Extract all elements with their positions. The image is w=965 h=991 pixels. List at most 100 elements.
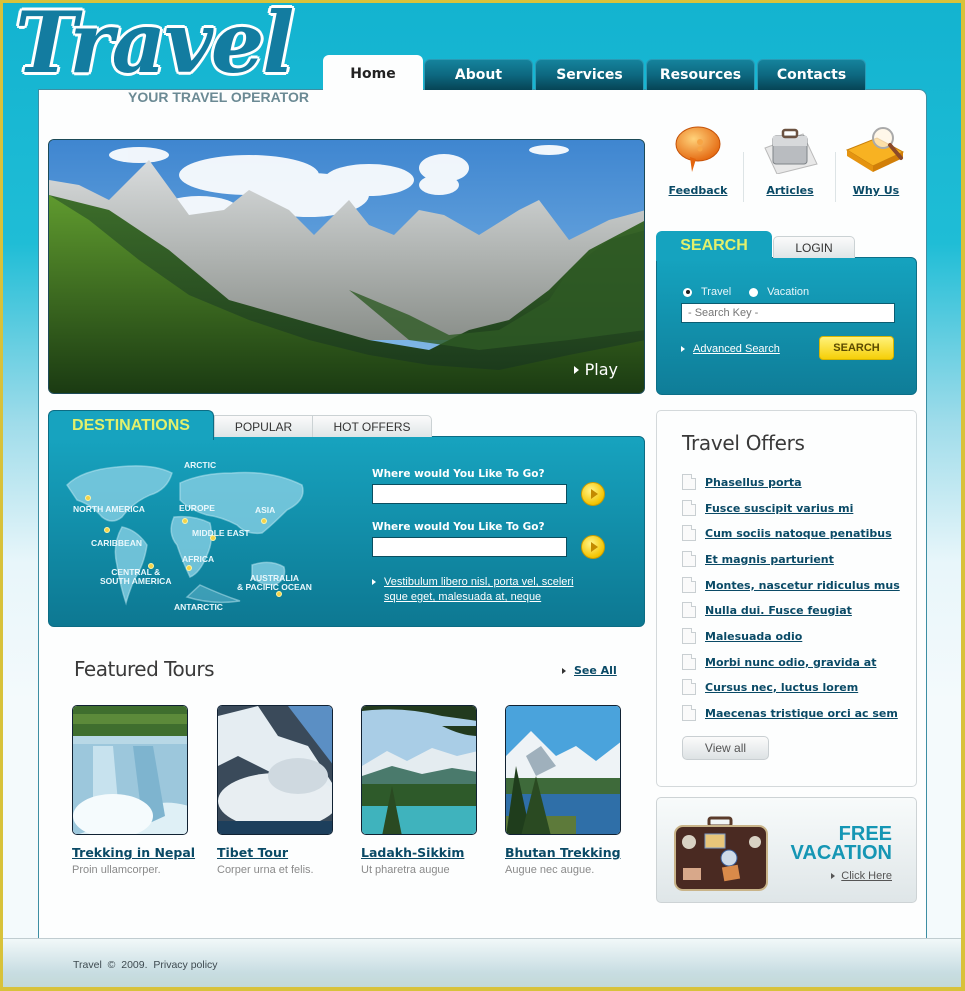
travel-offers-panel: Travel Offers Phasellus porta Fusce susc… (656, 410, 917, 787)
map-region-asia[interactable]: ASIA (255, 505, 275, 515)
tab-login[interactable]: LOGIN (773, 236, 855, 258)
site-logo[interactable]: Travel (15, 3, 294, 85)
tour-thumbnail-tibet[interactable] (217, 705, 333, 835)
advanced-search-link[interactable]: Advanced Search (681, 343, 780, 355)
destination-field-label: Where would You Like To Go? (372, 468, 545, 480)
promo-title: FREE VACATION (791, 824, 892, 863)
arrow-right-icon (681, 346, 685, 352)
quick-links: Feedback Articles Why Us (657, 124, 917, 214)
tour-name-link[interactable]: Bhutan Trekking (505, 845, 655, 860)
offer-item[interactable]: Cum sociis natoque penatibus (682, 525, 892, 541)
footer-year: 2009. (121, 959, 148, 971)
tour-card: Bhutan Trekking Augue nec augue. (505, 705, 655, 876)
tab-destinations[interactable]: DESTINATIONS (48, 410, 214, 440)
speech-bubble-icon (675, 126, 721, 172)
quick-link-label: Feedback (668, 184, 728, 197)
tour-card: Ladakh-Sikkim Ut pharetra augue (361, 705, 511, 876)
map-pin-icon (85, 495, 91, 501)
offer-item[interactable]: Phasellus porta (682, 474, 802, 490)
document-icon (682, 474, 696, 490)
map-region-africa[interactable]: AFRICA (182, 554, 214, 564)
quick-link-articles[interactable]: Articles (749, 124, 831, 197)
tab-search[interactable]: SEARCH (656, 231, 772, 261)
map-region-central-south-america[interactable]: CENTRAL & SOUTH AMERICA (100, 567, 172, 587)
click-here-link[interactable]: Click Here (831, 870, 892, 882)
arrow-right-icon (562, 667, 566, 674)
world-map[interactable]: ARCTIC NORTH AMERICA EUROPE ASIA MIDDLE … (62, 455, 317, 615)
tab-hot-offers[interactable]: HOT OFFERS (312, 415, 432, 437)
nav-tab-services[interactable]: Services (535, 59, 644, 90)
map-pin-icon (210, 535, 216, 541)
tour-thumbnail-bhutan[interactable] (505, 705, 621, 835)
offer-link: Cum sociis natoque penatibus (705, 526, 892, 540)
map-region-australia[interactable]: AUSTRALIA & PACIFIC OCEAN (237, 573, 312, 593)
offer-item[interactable]: Et magnis parturient (682, 551, 834, 567)
nav-tab-resources[interactable]: Resources (646, 59, 755, 90)
map-region-antarctic[interactable]: ANTARCTIC (174, 602, 223, 612)
see-all-link[interactable]: See All (562, 664, 617, 677)
nav-tab-about[interactable]: About (424, 59, 533, 90)
destination-input-1[interactable] (372, 484, 567, 504)
book-magnifier-icon (845, 127, 905, 172)
hero-banner[interactable]: Play (48, 139, 645, 394)
offer-item[interactable]: Fusce suscipit varius mi (682, 500, 853, 516)
suitcase-icon (674, 816, 768, 891)
go-button-2[interactable] (581, 535, 605, 559)
tour-name-link[interactable]: Ladakh-Sikkim (361, 845, 511, 860)
copyright-symbol: © (107, 959, 116, 971)
tour-thumbnail-ladakh[interactable] (361, 705, 477, 835)
search-button[interactable]: SEARCH (819, 336, 894, 360)
offer-link: Malesuada odio (705, 629, 803, 643)
document-icon (682, 577, 696, 593)
privacy-policy-link[interactable]: Privacy policy (153, 959, 217, 971)
nav-tab-contacts[interactable]: Contacts (757, 59, 866, 90)
offer-link: Cursus nec, luctus lorem (705, 680, 859, 694)
radio-vacation[interactable]: Vacation (749, 286, 809, 298)
divider (743, 152, 744, 202)
destinations-link[interactable]: Vestibulum libero nisl, porta vel, scele… (372, 575, 574, 605)
map-region-north-america[interactable]: NORTH AMERICA (73, 504, 145, 514)
radio-travel[interactable]: Travel (683, 286, 731, 298)
tour-card: Tibet Tour Corper urna et felis. (217, 705, 367, 876)
map-pin-icon (182, 518, 188, 524)
map-label-line: SOUTH AMERICA (100, 576, 172, 587)
tour-name-link[interactable]: Tibet Tour (217, 845, 367, 860)
destinations-link-text: Vestibulum libero nisl, porta vel, scele… (384, 576, 574, 603)
offer-item[interactable]: Cursus nec, luctus lorem (682, 679, 858, 695)
map-region-europe[interactable]: EUROPE (179, 503, 215, 513)
destination-input-2[interactable] (372, 537, 567, 557)
offer-item[interactable]: Malesuada odio (682, 628, 802, 644)
offer-item[interactable]: Nulla dui. Fusce feugiat (682, 602, 852, 618)
offer-link: Nulla dui. Fusce feugiat (705, 603, 852, 617)
view-all-button[interactable]: View all (682, 736, 769, 760)
offer-link: Et magnis parturient (705, 552, 834, 566)
quick-link-feedback[interactable]: Feedback (657, 124, 739, 197)
offer-item[interactable]: Maecenas tristique orci ac sem (682, 705, 898, 721)
search-key-input[interactable] (681, 303, 895, 323)
map-pin-icon (148, 563, 154, 569)
snow-mountain-image (218, 706, 332, 834)
nav-tab-home[interactable]: Home (323, 55, 423, 93)
map-region-middle-east[interactable]: MIDDLE EAST (192, 528, 250, 538)
tab-popular[interactable]: POPULAR (214, 415, 313, 437)
advanced-search-label: Advanced Search (693, 343, 780, 355)
play-button[interactable]: Play (573, 360, 618, 379)
destination-field-label: Where would You Like To Go? (372, 521, 545, 533)
quick-link-why-us[interactable]: Why Us (835, 124, 917, 197)
river-mountain-image (506, 706, 620, 834)
map-region-arctic[interactable]: ARCTIC (184, 460, 216, 470)
tour-description: Corper urna et felis. (217, 864, 314, 876)
map-label-line: & PACIFIC OCEAN (237, 582, 312, 593)
go-button-1[interactable] (581, 482, 605, 506)
offer-item[interactable]: Morbi nunc odio, gravida at (682, 654, 876, 670)
map-region-caribbean[interactable]: CARIBBEAN (91, 538, 142, 548)
free-vacation-banner[interactable]: FREE VACATION Click Here (656, 797, 917, 903)
main-nav: About Services Resources Contacts (424, 59, 866, 90)
tour-name-link[interactable]: Trekking in Nepal (72, 845, 222, 860)
radio-checked-icon (683, 287, 692, 297)
click-here-label: Click Here (841, 870, 892, 882)
footer-text: Travel © 2009. Privacy policy (73, 959, 218, 971)
offer-item[interactable]: Montes, nascetur ridiculus mus (682, 577, 900, 593)
tour-description: Augue nec augue. (505, 864, 595, 876)
tour-thumbnail-waterfall[interactable] (72, 705, 188, 835)
